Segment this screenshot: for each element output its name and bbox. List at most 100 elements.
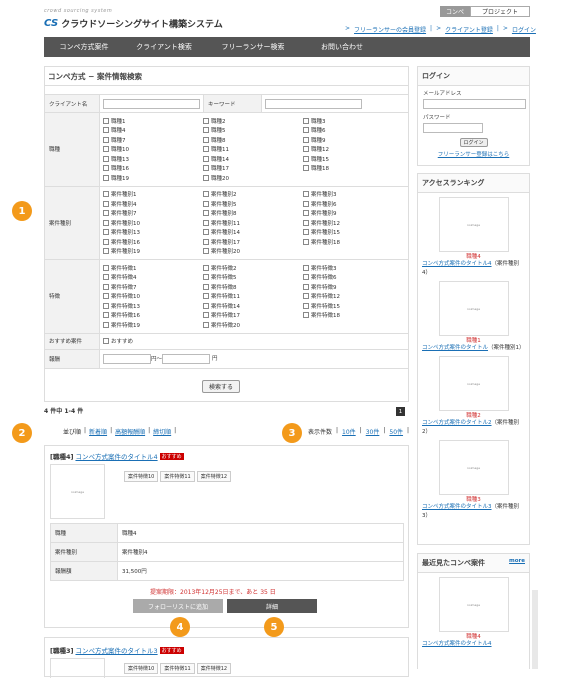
type-option[interactable]: 案件種別18 bbox=[303, 237, 403, 247]
type-checkbox[interactable] bbox=[103, 229, 109, 236]
type-option[interactable]: 案件種別13 bbox=[103, 228, 203, 238]
job-option[interactable]: 職種7 bbox=[103, 135, 203, 145]
freelancer-register-link[interactable]: フリーランサーの会員登録 bbox=[354, 25, 426, 34]
job-option[interactable]: 職種6 bbox=[303, 126, 403, 136]
feature-option[interactable]: 案件特徴11 bbox=[203, 292, 303, 302]
feature-checkbox[interactable] bbox=[103, 321, 109, 328]
feature-option[interactable]: 案件特徴6 bbox=[303, 273, 403, 283]
ranking-thumbnail[interactable]: noimage bbox=[438, 281, 509, 336]
feature-option[interactable]: 案件特徴16 bbox=[103, 311, 203, 321]
recent-title-link[interactable]: コンペ方式案件のタイトル4 bbox=[422, 641, 492, 647]
detail-button[interactable]: 詳細 bbox=[227, 599, 317, 613]
ranking-thumbnail[interactable]: noimage bbox=[438, 197, 509, 252]
job-checkbox[interactable] bbox=[103, 165, 109, 172]
feature-option[interactable]: 案件特徴13 bbox=[103, 301, 203, 311]
login-button[interactable]: ログイン bbox=[459, 138, 488, 147]
feature-option[interactable]: 案件特徴8 bbox=[203, 282, 303, 292]
type-option[interactable]: 案件種別9 bbox=[303, 209, 403, 219]
reward-from-input[interactable] bbox=[103, 353, 151, 364]
type-checkbox[interactable] bbox=[103, 238, 109, 245]
job-checkbox[interactable] bbox=[103, 117, 109, 124]
feature-checkbox[interactable] bbox=[303, 264, 309, 271]
job-checkbox[interactable] bbox=[303, 165, 309, 172]
job-option[interactable]: 職種2 bbox=[203, 116, 303, 126]
feature-checkbox[interactable] bbox=[103, 274, 109, 281]
job-checkbox[interactable] bbox=[103, 146, 109, 153]
feature-option[interactable]: 案件特徴2 bbox=[203, 263, 303, 273]
job-option[interactable]: 職種1 bbox=[103, 116, 203, 126]
type-option[interactable]: 案件種別11 bbox=[203, 218, 303, 228]
password-input[interactable] bbox=[423, 123, 483, 133]
job-checkbox[interactable] bbox=[103, 136, 109, 143]
type-checkbox[interactable] bbox=[203, 248, 209, 255]
type-checkbox[interactable] bbox=[303, 229, 309, 236]
type-checkbox[interactable] bbox=[103, 210, 109, 217]
reward-to-input[interactable] bbox=[162, 353, 211, 364]
feature-checkbox[interactable] bbox=[203, 302, 209, 309]
feature-option[interactable]: 案件特徴20 bbox=[203, 320, 303, 330]
type-checkbox[interactable] bbox=[103, 200, 109, 207]
job-option[interactable]: 職種8 bbox=[203, 135, 303, 145]
feature-option[interactable]: 案件特徴14 bbox=[203, 301, 303, 311]
job-checkbox[interactable] bbox=[203, 174, 209, 181]
job-checkbox[interactable] bbox=[203, 146, 209, 153]
nav-item-client-search[interactable]: クライアント検索 bbox=[124, 42, 204, 52]
item-thumbnail[interactable]: noimage bbox=[50, 464, 105, 519]
feature-checkbox[interactable] bbox=[103, 302, 109, 309]
type-checkbox[interactable] bbox=[103, 248, 109, 255]
type-option[interactable]: 案件種別14 bbox=[203, 228, 303, 238]
feature-checkbox[interactable] bbox=[203, 312, 209, 319]
type-option[interactable]: 案件種別1 bbox=[103, 190, 203, 200]
keyword-input[interactable] bbox=[265, 98, 362, 109]
type-option[interactable]: 案件種別20 bbox=[203, 247, 303, 257]
job-checkbox[interactable] bbox=[203, 136, 209, 143]
job-option[interactable]: 職種5 bbox=[203, 126, 303, 136]
type-checkbox[interactable] bbox=[303, 191, 309, 198]
type-checkbox[interactable] bbox=[203, 191, 209, 198]
feature-option[interactable]: 案件特徴5 bbox=[203, 273, 303, 283]
job-option[interactable]: 職種17 bbox=[203, 164, 303, 174]
sort-newest-link[interactable]: 新着順 bbox=[89, 427, 107, 436]
type-checkbox[interactable] bbox=[303, 210, 309, 217]
job-option[interactable]: 職種18 bbox=[303, 164, 403, 174]
ranking-thumbnail[interactable]: noimage bbox=[438, 440, 509, 495]
job-checkbox[interactable] bbox=[303, 127, 309, 134]
job-checkbox[interactable] bbox=[103, 127, 109, 134]
recent-thumbnail[interactable]: noimage bbox=[438, 577, 509, 632]
type-checkbox[interactable] bbox=[303, 238, 309, 245]
type-checkbox[interactable] bbox=[303, 219, 309, 226]
job-option[interactable]: 職種16 bbox=[103, 164, 203, 174]
feature-checkbox[interactable] bbox=[303, 302, 309, 309]
login-link[interactable]: ログイン bbox=[512, 25, 536, 34]
feature-checkbox[interactable] bbox=[303, 283, 309, 290]
job-checkbox[interactable] bbox=[103, 155, 109, 162]
email-input[interactable] bbox=[423, 99, 526, 109]
type-checkbox[interactable] bbox=[203, 200, 209, 207]
job-checkbox[interactable] bbox=[303, 146, 309, 153]
job-option[interactable]: 職種12 bbox=[303, 145, 403, 155]
type-option[interactable]: 案件種別17 bbox=[203, 237, 303, 247]
page-number[interactable]: 1 bbox=[396, 407, 405, 416]
nav-item-freelancer-search[interactable]: フリーランサー検索 bbox=[204, 42, 302, 52]
nav-item-contact[interactable]: お問い合わせ bbox=[302, 42, 382, 52]
feature-checkbox[interactable] bbox=[303, 274, 309, 281]
job-option[interactable]: 職種14 bbox=[203, 154, 303, 164]
job-option[interactable]: 職種19 bbox=[103, 173, 203, 183]
type-option[interactable]: 案件種別10 bbox=[103, 218, 203, 228]
feature-checkbox[interactable] bbox=[203, 283, 209, 290]
ranking-thumbnail[interactable]: noimage bbox=[438, 356, 509, 411]
type-option[interactable]: 案件種別2 bbox=[203, 190, 303, 200]
job-option[interactable]: 職種13 bbox=[103, 154, 203, 164]
job-checkbox[interactable] bbox=[203, 117, 209, 124]
display-50-link[interactable]: 50件 bbox=[389, 427, 403, 436]
item-title-link[interactable]: コンペ方式案件のタイトル4 bbox=[75, 451, 157, 461]
type-checkbox[interactable] bbox=[103, 191, 109, 198]
type-checkbox[interactable] bbox=[203, 229, 209, 236]
feature-checkbox[interactable] bbox=[303, 312, 309, 319]
display-30-link[interactable]: 30件 bbox=[366, 427, 380, 436]
ranking-title-link[interactable]: コンペ方式案件のタイトル bbox=[422, 345, 488, 351]
recommend-checkbox[interactable] bbox=[103, 338, 109, 344]
type-option[interactable]: 案件種別3 bbox=[303, 190, 403, 200]
type-option[interactable]: 案件種別4 bbox=[103, 199, 203, 209]
display-10-link[interactable]: 10件 bbox=[342, 427, 356, 436]
